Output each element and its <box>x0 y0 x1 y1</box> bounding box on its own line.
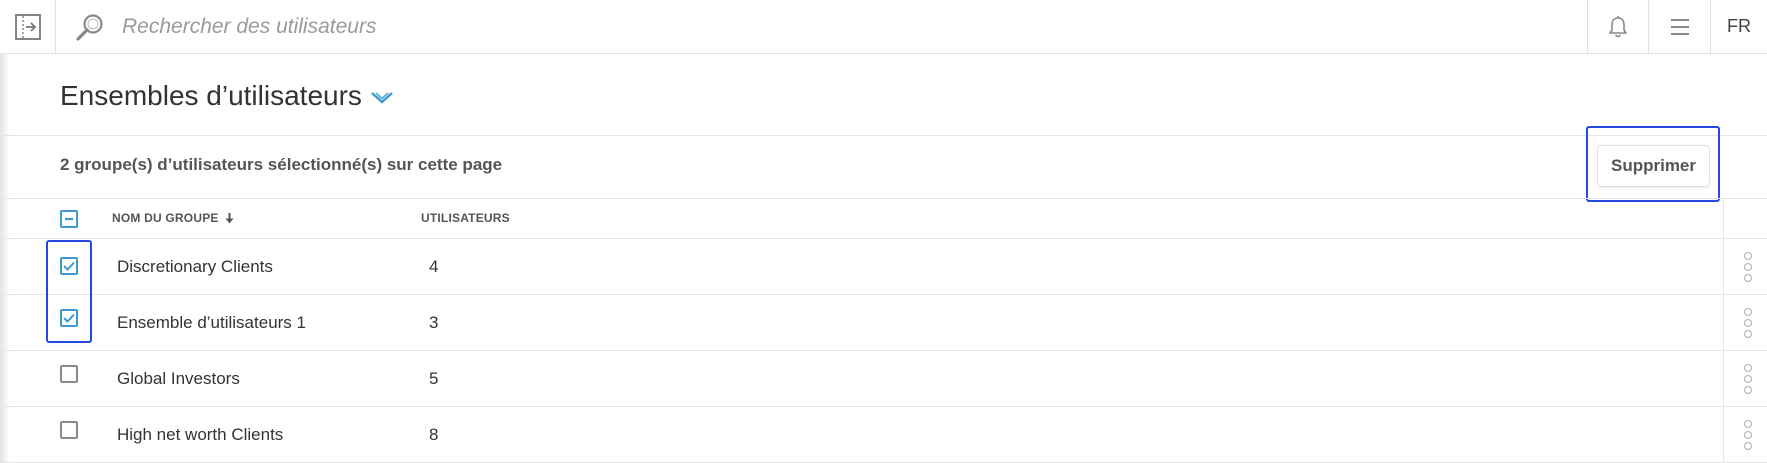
table-row[interactable]: Ensemble d’utilisateurs 1 3 <box>0 295 1767 351</box>
search-input[interactable] <box>122 9 1562 45</box>
table-row[interactable]: Global Investors 5 <box>0 351 1767 407</box>
kebab-menu-icon[interactable] <box>1741 307 1755 339</box>
table-header: NOM DU GROUPE UTILISATEURS <box>0 199 1767 239</box>
page-title: Ensembles d’utilisateurs <box>60 80 362 111</box>
table-row[interactable]: High net worth Clients 8 <box>0 407 1767 463</box>
top-bar: FR <box>0 0 1767 54</box>
row-checkbox[interactable] <box>60 421 78 439</box>
row-checkbox[interactable] <box>60 365 78 383</box>
search-icon <box>76 14 103 41</box>
column-header-label: UTILISATEURS <box>421 211 510 225</box>
kebab-menu-icon[interactable] <box>1741 251 1755 283</box>
selected-rows-highlight <box>46 240 92 343</box>
page-header: Ensembles d’utilisateurs <box>60 80 394 112</box>
sort-arrow-down-icon <box>225 212 234 223</box>
table-row[interactable]: Discretionary Clients 4 <box>0 239 1767 295</box>
group-name-cell: Global Investors <box>117 369 240 388</box>
users-count-cell: 8 <box>429 425 439 444</box>
group-name-cell: Discretionary Clients <box>117 257 273 276</box>
hamburger-menu-icon <box>1670 18 1689 35</box>
language-label: FR <box>1727 16 1751 36</box>
title-dropdown-toggle[interactable] <box>370 90 394 106</box>
users-count-cell: 5 <box>429 369 439 388</box>
column-header-group-name[interactable]: NOM DU GROUPE <box>112 211 234 225</box>
select-all-checkbox[interactable] <box>60 210 78 228</box>
group-name-cell: High net worth Clients <box>117 425 284 444</box>
selection-summary: 2 groupe(s) d’utilisateurs sélectionné(s… <box>60 155 503 174</box>
delete-button[interactable]: Supprimer <box>1597 145 1710 187</box>
chevron-down-icon <box>371 92 393 104</box>
column-header-users[interactable]: UTILISATEURS <box>421 211 510 225</box>
sidebar-toggle-button[interactable] <box>0 0 56 53</box>
bell-icon <box>1609 15 1627 37</box>
kebab-menu-icon[interactable] <box>1741 363 1755 395</box>
minus-icon <box>65 217 73 221</box>
notifications-button[interactable] <box>1587 0 1648 53</box>
kebab-menu-icon[interactable] <box>1741 419 1755 451</box>
group-name-cell: Ensemble d’utilisateurs 1 <box>117 313 306 332</box>
main-menu-button[interactable] <box>1648 0 1710 53</box>
divider <box>0 135 1767 136</box>
column-header-label: NOM DU GROUPE <box>112 211 219 225</box>
language-selector[interactable]: FR <box>1710 0 1767 53</box>
users-count-cell: 3 <box>429 313 439 332</box>
users-count-cell: 4 <box>429 257 439 276</box>
sidebar-expand-icon <box>14 13 41 40</box>
